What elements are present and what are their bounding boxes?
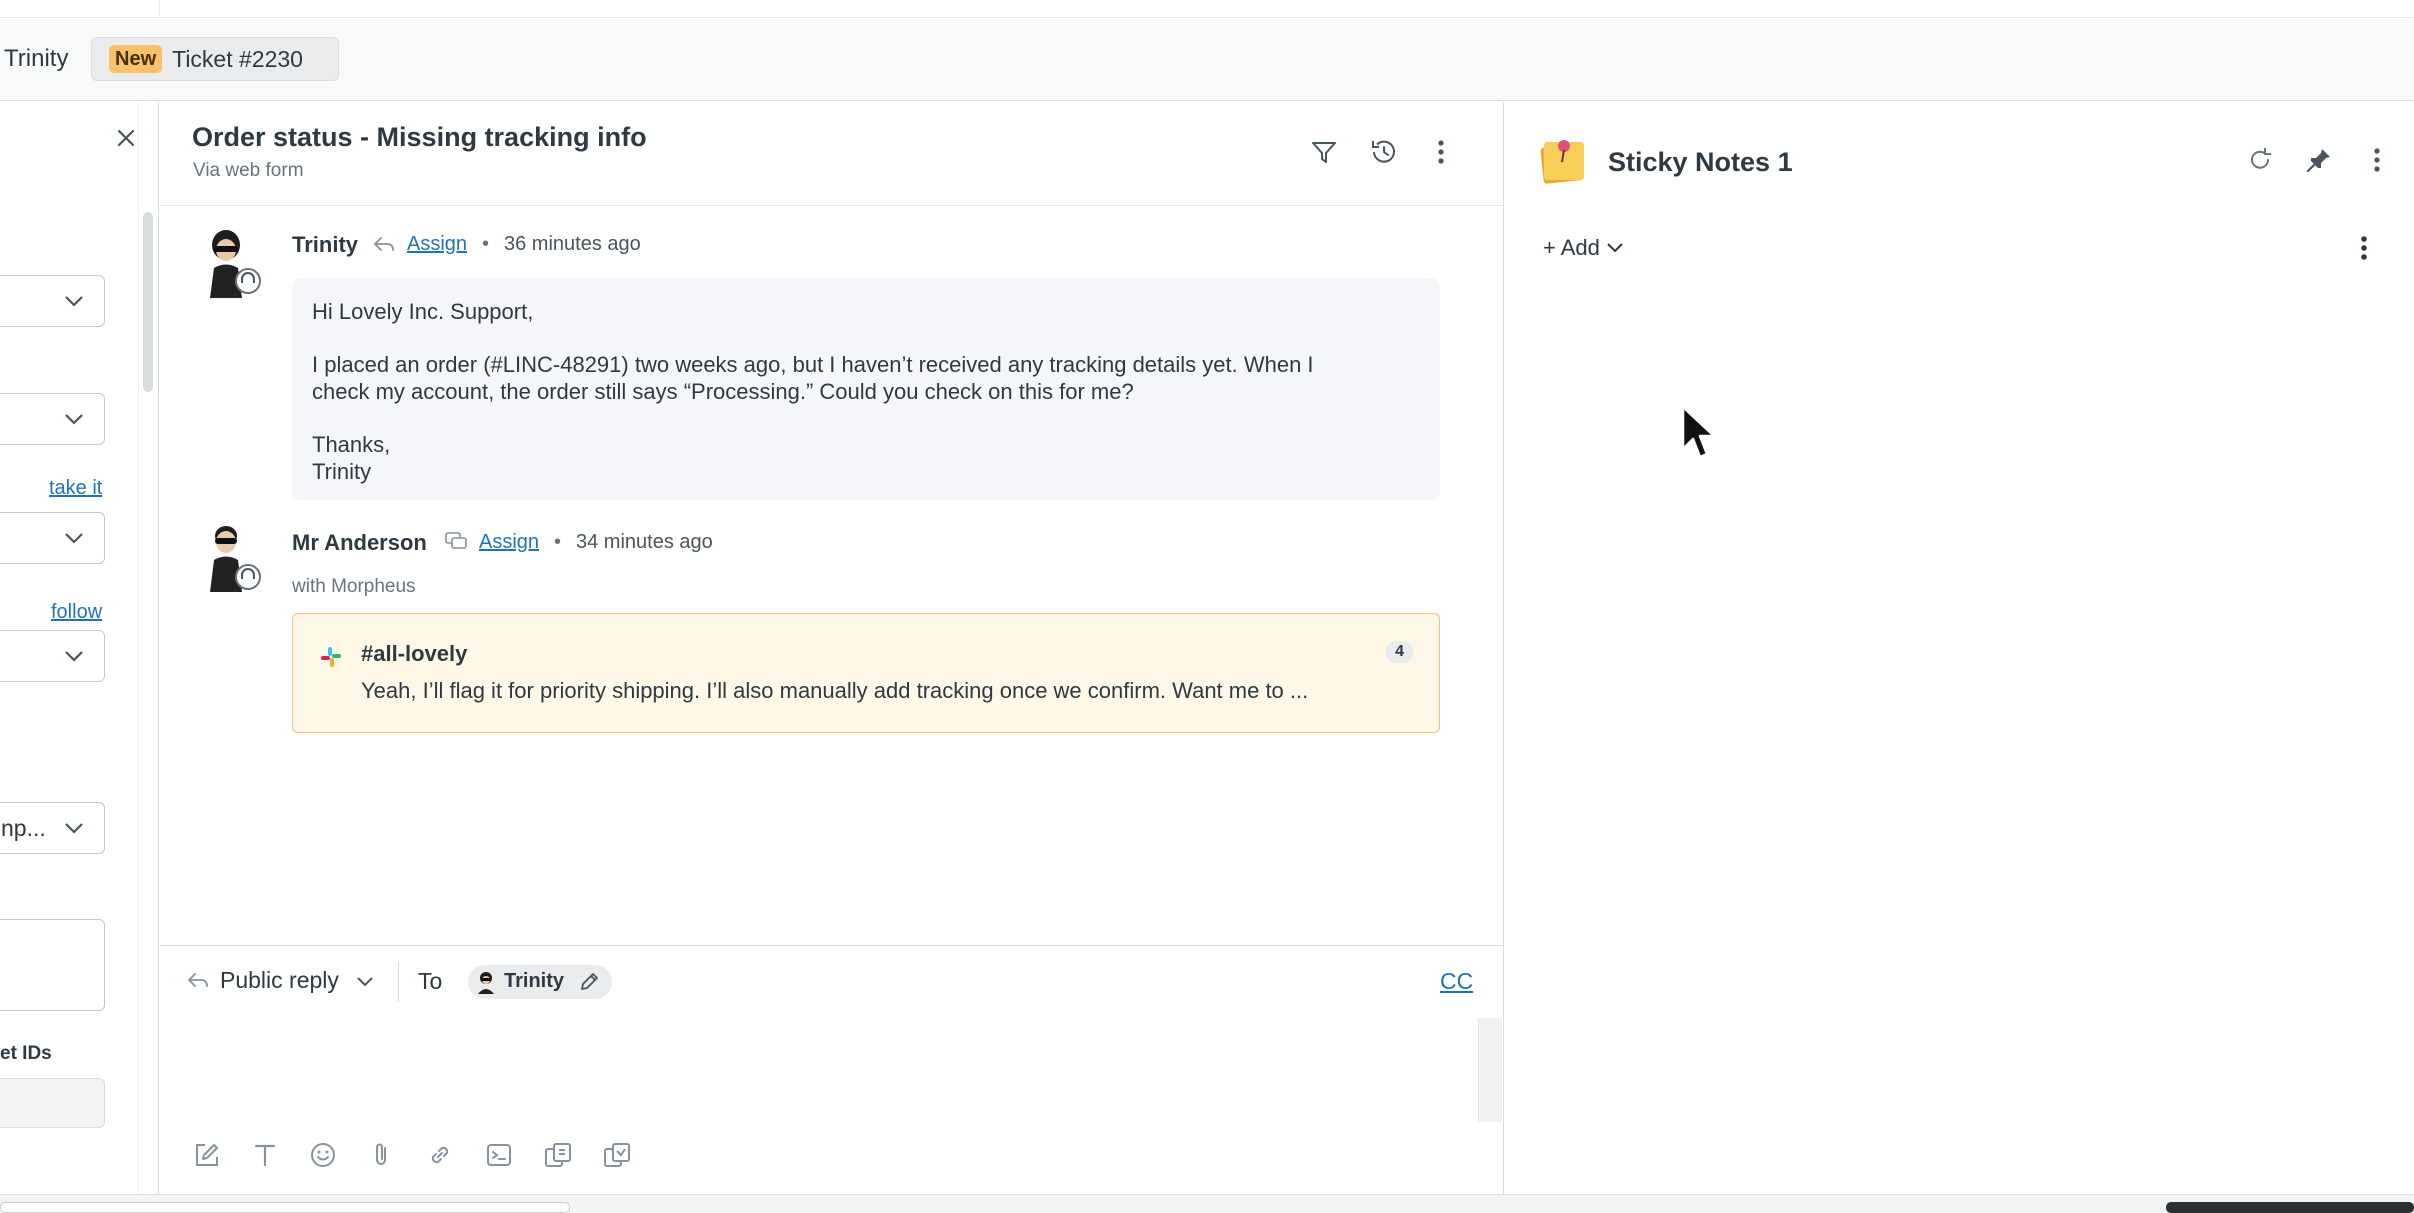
header-divider [160, 205, 1504, 206]
slack-message-preview: Yeah, I’ll flag it for priority shipping… [361, 678, 1309, 703]
reply-arrow-icon [372, 234, 396, 254]
collaborator-label: with Morpheus [292, 576, 416, 597]
ticket-ids-label: et IDs [0, 1043, 52, 1064]
ticket-tabs-bar [0, 19, 2414, 101]
filter-icon[interactable] [1310, 138, 1338, 166]
text-format-icon[interactable] [251, 1141, 279, 1169]
select-value: np... [1, 815, 46, 841]
history-icon[interactable] [1368, 138, 1398, 166]
app-title: Sticky Notes 1 [1608, 147, 1793, 177]
chevron-down-icon [65, 651, 83, 662]
reply-count-badge: 4 [1386, 641, 1413, 663]
assign-link[interactable]: Assign [407, 233, 467, 256]
horizontal-scrollbar[interactable] [0, 1202, 570, 1213]
attachment-icon[interactable] [368, 1141, 396, 1169]
avatar [474, 970, 498, 994]
follow-link[interactable]: follow [51, 601, 102, 624]
followers-select[interactable] [0, 630, 105, 682]
message-line: Trinity [312, 459, 372, 484]
horizontal-scrollbar[interactable] [2166, 1202, 2414, 1213]
composer-scrollbar[interactable] [1478, 1018, 1502, 1122]
chevron-down-icon[interactable] [356, 975, 374, 989]
take-it-link[interactable]: take it [49, 477, 102, 500]
ticket-channel: Via web form [193, 160, 304, 181]
add-note-button[interactable]: + Add [1543, 235, 1624, 261]
more-vertical-icon[interactable] [1431, 138, 1451, 166]
status-badge-new: New [109, 45, 163, 73]
meta-separator: • [482, 233, 490, 255]
property-textarea[interactable] [0, 919, 105, 1011]
assignee-select[interactable] [0, 512, 105, 564]
top-header-divider [159, 0, 160, 18]
pencil-icon[interactable] [578, 971, 600, 993]
top-header [0, 0, 2414, 18]
refresh-icon[interactable] [2246, 146, 2274, 174]
assign-link[interactable]: Assign [479, 531, 539, 554]
message-timestamp: 36 minutes ago [504, 233, 641, 255]
ticket-ids-input[interactable] [0, 1078, 105, 1128]
property-select-5[interactable]: np... [0, 802, 105, 854]
add-note-label: + Add [1543, 235, 1600, 260]
composer-separator [398, 962, 399, 1002]
pin-icon[interactable] [2305, 146, 2333, 174]
left-panel-scrollbar-thumb[interactable] [143, 212, 153, 392]
composer-divider [160, 945, 1504, 946]
chevron-down-icon [65, 414, 83, 425]
slack-channel-name: #all-lovely [361, 641, 468, 666]
internal-note-icon [444, 530, 468, 552]
avatar [200, 522, 261, 592]
message-line: Hi Lovely Inc. Support, [312, 299, 534, 324]
slack-thread-card[interactable]: #all-lovely Yeah, I’ll flag it for prior… [292, 613, 1440, 733]
message-author[interactable]: Trinity [292, 232, 358, 258]
app-action-icon[interactable] [602, 1141, 632, 1169]
chevron-down-icon [65, 823, 83, 834]
slack-icon [319, 645, 343, 669]
meta-separator: • [554, 531, 562, 553]
tab-label: Ticket #2230 [172, 45, 303, 72]
message-line: Thanks, [312, 432, 391, 457]
chevron-down-icon [65, 533, 83, 544]
message-timestamp: 34 minutes ago [576, 531, 713, 553]
cc-link[interactable]: CC [1440, 968, 1473, 995]
to-label: To [418, 968, 443, 994]
emoji-icon[interactable] [309, 1141, 337, 1169]
recipient-chip[interactable]: Trinity [468, 965, 612, 999]
close-icon[interactable] [114, 126, 138, 150]
more-vertical-icon[interactable] [2354, 234, 2374, 262]
chevron-down-icon [1607, 243, 1623, 253]
reply-arrow-icon [186, 970, 210, 990]
avatar [200, 228, 261, 298]
reply-type-dropdown[interactable]: Public reply [220, 967, 339, 994]
property-select-1[interactable] [0, 275, 105, 327]
chevron-down-icon [65, 296, 83, 307]
recipient-name: Trinity [504, 970, 565, 992]
message-body: Hi Lovely Inc. Support, I placed an orde… [292, 278, 1440, 500]
ticket-subject: Order status - Missing tracking info [192, 122, 647, 152]
tab-ticket-2230[interactable]: New Ticket #2230 [91, 37, 339, 81]
message-author[interactable]: Mr Anderson [292, 530, 427, 556]
apps-sidebar [1505, 102, 2414, 1194]
app-action-icon[interactable] [543, 1141, 573, 1169]
code-block-icon[interactable] [485, 1141, 513, 1169]
property-select-2[interactable] [0, 393, 105, 445]
mouse-pointer-icon [1680, 405, 1720, 461]
more-vertical-icon[interactable] [2367, 146, 2387, 174]
tab-trinity[interactable]: Trinity [0, 37, 90, 81]
link-icon[interactable] [426, 1141, 454, 1169]
macro-icon[interactable] [193, 1141, 221, 1169]
message-line: check my account, the order still says “… [312, 379, 1134, 404]
message-line: I placed an order (#LINC-48291) two week… [312, 352, 1314, 377]
sticky-note-icon [1536, 132, 1592, 188]
tab-label: Trinity [4, 45, 69, 72]
